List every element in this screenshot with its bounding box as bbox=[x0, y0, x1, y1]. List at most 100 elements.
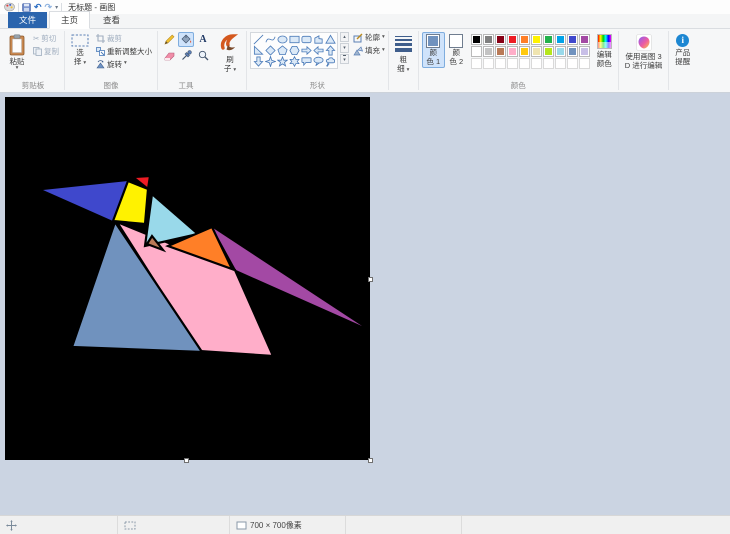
text-tool-button[interactable]: A bbox=[195, 32, 211, 47]
right-arrow-shape-button[interactable] bbox=[300, 45, 312, 56]
canvas-resize-handle-right[interactable] bbox=[368, 277, 373, 282]
size-button[interactable]: 粗 细 ▾ bbox=[392, 32, 415, 76]
quick-access-dropdown-icon[interactable]: ▾ bbox=[55, 4, 58, 11]
palette-swatch[interactable] bbox=[494, 46, 506, 57]
fill-tool-button[interactable] bbox=[178, 32, 194, 47]
triangle-shape-button[interactable] bbox=[324, 34, 336, 45]
shapes-group-label: 形状 bbox=[309, 81, 325, 90]
paste-button[interactable]: 粘贴 ▾ bbox=[5, 32, 29, 74]
palette-empty-slot[interactable] bbox=[530, 58, 542, 69]
palette-empty-slot[interactable] bbox=[542, 58, 554, 69]
tab-home[interactable]: 主页 bbox=[49, 11, 91, 29]
line-shape-button[interactable] bbox=[252, 34, 264, 45]
paint3d-button[interactable]: 使用画图 3 D 进行编辑 bbox=[622, 32, 666, 72]
five-point-star-shape-button[interactable] bbox=[276, 56, 288, 67]
cut-button[interactable]: ✂ 剪切 bbox=[31, 32, 61, 44]
shapes-more-button[interactable]: ▾ bbox=[340, 54, 349, 64]
tab-view[interactable]: 查看 bbox=[92, 12, 131, 28]
product-alert-button[interactable]: i 产品 提醒 bbox=[672, 32, 693, 68]
curve-shape-button[interactable] bbox=[264, 34, 276, 45]
color1-button[interactable]: 颜 色 1 bbox=[421, 32, 445, 68]
edit-colors-button[interactable]: 编辑 颜色 bbox=[594, 32, 615, 70]
palette-swatch[interactable] bbox=[518, 34, 530, 45]
palette-swatch[interactable] bbox=[506, 34, 518, 45]
six-point-star-shape-button[interactable] bbox=[288, 56, 300, 67]
palette-swatch[interactable] bbox=[518, 46, 530, 57]
cloud-callout-shape-button[interactable] bbox=[324, 56, 336, 67]
right-triangle-shape-button[interactable] bbox=[252, 45, 264, 56]
palette-swatch[interactable] bbox=[470, 34, 482, 45]
shapes-scroll-up-button[interactable]: ▴ bbox=[340, 32, 349, 42]
diamond-shape-button[interactable] bbox=[264, 45, 276, 56]
palette-swatch[interactable] bbox=[482, 46, 494, 57]
tab-file[interactable]: 文件 bbox=[8, 12, 48, 28]
shape-fill-button[interactable]: 填充 ▾ bbox=[353, 45, 385, 56]
cursor-position-icon bbox=[6, 519, 17, 531]
palette-empty-slot[interactable] bbox=[494, 58, 506, 69]
palette-swatch[interactable] bbox=[578, 46, 590, 57]
palette-swatch[interactable] bbox=[566, 34, 578, 45]
brushes-button[interactable]: 刷 子 ▾ bbox=[217, 32, 243, 76]
palette-empty-slot[interactable] bbox=[518, 58, 530, 69]
copy-button[interactable]: 复制 bbox=[31, 45, 61, 57]
color2-button[interactable]: 颜 色 2 bbox=[445, 32, 468, 68]
group-tools: A 工具 bbox=[158, 29, 214, 92]
canvas-resize-handle-corner[interactable] bbox=[368, 458, 373, 463]
color-picker-tool-button[interactable] bbox=[178, 48, 194, 63]
palette-empty-slot[interactable] bbox=[566, 58, 578, 69]
canvas-size-cell: 700 × 700像素 bbox=[230, 516, 346, 534]
up-arrow-shape-button[interactable] bbox=[324, 45, 336, 56]
group-product-alert: i 产品 提醒 bbox=[669, 29, 696, 92]
select-button[interactable]: 选 择 ▾ bbox=[68, 32, 92, 69]
hexagon-shape-button[interactable] bbox=[288, 45, 300, 56]
palette-swatch[interactable] bbox=[542, 34, 554, 45]
oval-shape-button[interactable] bbox=[276, 34, 288, 45]
down-arrow-shape-icon bbox=[252, 56, 264, 67]
rectangle-shape-button[interactable] bbox=[288, 34, 300, 45]
palette-empty-slot[interactable] bbox=[506, 58, 518, 69]
palette-swatch[interactable] bbox=[554, 34, 566, 45]
rotate-button[interactable]: 旋转 ▾ bbox=[94, 58, 154, 70]
crop-button[interactable]: 裁剪 bbox=[94, 32, 154, 44]
palette-swatch[interactable] bbox=[470, 46, 482, 57]
palette-swatch[interactable] bbox=[530, 34, 542, 45]
rounded-callout-shape-button[interactable] bbox=[300, 56, 312, 67]
palette-empty-slot[interactable] bbox=[578, 58, 590, 69]
select-icon bbox=[71, 34, 89, 47]
eraser-tool-button[interactable] bbox=[161, 48, 177, 63]
palette-empty-slot[interactable] bbox=[554, 58, 566, 69]
four-point-star-shape-button[interactable] bbox=[264, 56, 276, 67]
down-arrow-shape-button[interactable] bbox=[252, 56, 264, 67]
palette-swatch[interactable] bbox=[506, 46, 518, 57]
magnifier-tool-button[interactable] bbox=[195, 48, 211, 63]
magnifier-icon bbox=[198, 50, 208, 61]
polygon-shape-button[interactable] bbox=[312, 34, 324, 45]
palette-empty-slot[interactable] bbox=[470, 58, 482, 69]
canvas-drawing bbox=[43, 174, 362, 358]
shapes-scroll-down-button[interactable]: ▾ bbox=[340, 43, 349, 53]
canvas-resize-handle-bottom[interactable] bbox=[184, 458, 189, 463]
palette-swatch[interactable] bbox=[530, 46, 542, 57]
palette-swatch[interactable] bbox=[578, 34, 590, 45]
palette-empty-slot[interactable] bbox=[482, 58, 494, 69]
shape-outline-button[interactable]: 轮廓 ▾ bbox=[353, 32, 385, 43]
pencil-tool-button[interactable] bbox=[161, 32, 177, 47]
palette-swatch[interactable] bbox=[542, 46, 554, 57]
four-point-star-shape-icon bbox=[264, 56, 276, 67]
palette-swatch[interactable] bbox=[482, 34, 494, 45]
drawing-canvas[interactable] bbox=[5, 97, 370, 460]
pentagon-shape-button[interactable] bbox=[276, 45, 288, 56]
oval-callout-shape-icon bbox=[313, 56, 323, 66]
resize-button[interactable]: 重新调整大小 bbox=[94, 45, 154, 57]
left-arrow-shape-button[interactable] bbox=[312, 45, 324, 56]
save-icon[interactable] bbox=[22, 2, 31, 12]
cursor-position-cell bbox=[0, 516, 118, 534]
palette-swatch[interactable] bbox=[494, 34, 506, 45]
resize-icon bbox=[96, 46, 105, 56]
diamond-shape-icon bbox=[264, 45, 276, 56]
oval-callout-shape-button[interactable] bbox=[312, 56, 324, 67]
undo-icon[interactable]: ↶ bbox=[34, 2, 42, 12]
palette-swatch[interactable] bbox=[566, 46, 578, 57]
palette-swatch[interactable] bbox=[554, 46, 566, 57]
rounded-rectangle-shape-button[interactable] bbox=[300, 34, 312, 45]
